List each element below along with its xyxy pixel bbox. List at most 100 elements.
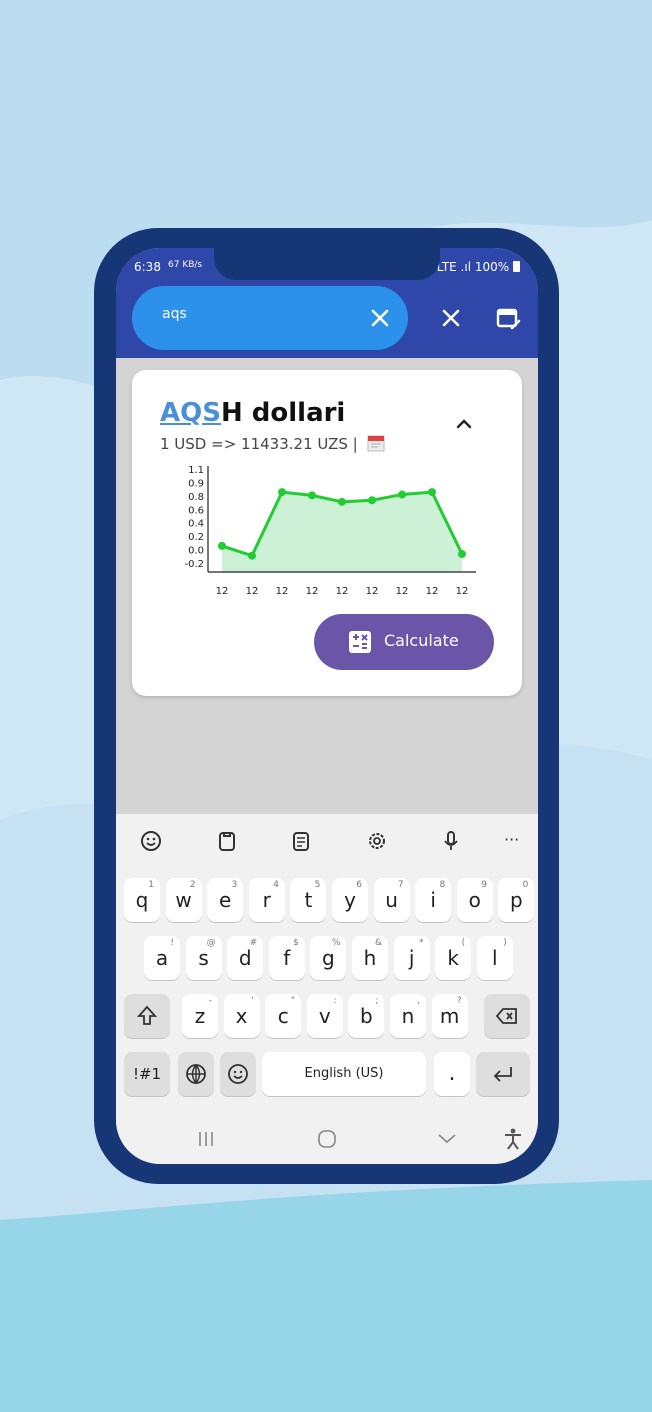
app-bar xyxy=(116,286,538,358)
chevron-up-icon[interactable] xyxy=(450,410,478,438)
signal-indicator: LTE .ıl xyxy=(436,260,472,274)
key-l[interactable]: ) l xyxy=(476,936,513,980)
key-c[interactable]: " c xyxy=(265,994,302,1038)
enter-key[interactable] xyxy=(476,1052,530,1096)
y-tick-label: 0.4 xyxy=(188,519,204,530)
calendar-edit-icon[interactable] xyxy=(492,302,524,334)
key-label: q xyxy=(135,888,149,912)
key-h[interactable]: & h xyxy=(352,936,388,980)
battery-level: 100% xyxy=(474,260,510,274)
more-options-icon[interactable]: ··· xyxy=(504,830,519,849)
data-point xyxy=(308,491,316,500)
key-a[interactable]: ! a xyxy=(144,936,180,980)
key-t[interactable]: 5t xyxy=(290,878,327,922)
calculator-icon xyxy=(349,631,371,653)
emoji-icon[interactable] xyxy=(136,826,166,856)
search-input[interactable] xyxy=(160,300,354,328)
key-hint: ; xyxy=(375,996,379,1006)
key-o[interactable]: 9o xyxy=(456,878,493,922)
key-hint: ? xyxy=(456,996,462,1006)
close-icon[interactable] xyxy=(435,302,467,334)
key-hint: 3 xyxy=(231,880,238,890)
key-hint: @ xyxy=(206,938,216,948)
key-s[interactable]: @ s xyxy=(185,936,222,980)
calculate-button[interactable]: Calculate xyxy=(314,614,494,670)
period-key[interactable]: . xyxy=(434,1052,470,1096)
settings-icon[interactable] xyxy=(362,826,392,856)
key-label: o xyxy=(468,888,481,912)
key-hint: , xyxy=(417,996,420,1006)
key-g[interactable]: % g xyxy=(310,936,347,980)
key-f[interactable]: $ f xyxy=(268,936,305,980)
clipboard-icon[interactable] xyxy=(212,826,242,856)
key-hint: : xyxy=(333,996,337,1006)
shift-key[interactable] xyxy=(124,994,170,1038)
y-tick-label: 0.2 xyxy=(188,532,204,543)
data-point xyxy=(278,488,286,497)
key-hint: 8 xyxy=(439,880,446,890)
key-label: h xyxy=(363,946,377,970)
status-bar: 6:38 67 KB/s LTE .ıl 100% xyxy=(116,248,538,286)
key-v[interactable]: :v xyxy=(306,994,343,1038)
key-hint: 6 xyxy=(356,880,362,890)
calculate-label: Calculate xyxy=(384,631,459,650)
back-chevron-icon[interactable] xyxy=(436,1129,458,1149)
microphone-icon[interactable] xyxy=(436,826,466,856)
text-editor-icon[interactable] xyxy=(286,826,316,856)
space-key[interactable]: English (US) xyxy=(262,1052,426,1096)
key-m[interactable]: ? m xyxy=(431,994,468,1038)
y-tick-label: 0.0 xyxy=(188,546,204,557)
key-label: d xyxy=(238,946,252,970)
key-x[interactable]: ' x xyxy=(223,994,260,1038)
key-label: i xyxy=(430,888,436,912)
key-b[interactable]: ; b xyxy=(348,994,385,1038)
key-hint: 9 xyxy=(481,880,487,890)
accessibility-icon[interactable] xyxy=(502,1127,524,1151)
key-j[interactable]: * j xyxy=(393,936,430,980)
backspace-key[interactable] xyxy=(484,994,530,1038)
key-label: a xyxy=(155,946,169,970)
emoji-key[interactable] xyxy=(220,1052,256,1096)
key-k[interactable]: (k xyxy=(435,936,472,980)
key-label: z xyxy=(194,1004,206,1028)
x-tick-label: 12 xyxy=(336,586,349,597)
key-label: s xyxy=(198,946,209,970)
key-hint: $ xyxy=(293,938,299,948)
status-time: 6:38 xyxy=(134,260,161,274)
recent-apps-icon[interactable] xyxy=(196,1129,216,1149)
key-label: r xyxy=(262,888,271,912)
y-tick-label: -0.2 xyxy=(184,559,204,570)
key-d[interactable]: # d xyxy=(227,936,264,980)
key-q[interactable]: 1q xyxy=(124,878,160,922)
key-hint: 7 xyxy=(397,880,404,890)
key-n[interactable]: ,n xyxy=(390,994,426,1038)
key-hint: * xyxy=(419,938,424,948)
keyboard: ··· 1q2w3e4r5t6y7u8i9o0p ! a @ s # d $ f% g & h * j(… xyxy=(116,814,538,1164)
home-icon[interactable] xyxy=(316,1129,338,1149)
key-p[interactable]: 0p xyxy=(498,878,535,922)
x-tick-label: 12 xyxy=(426,586,439,597)
key-r[interactable]: 4r xyxy=(248,878,285,922)
status-net-speed: 67 KB/s xyxy=(168,260,203,270)
key-i[interactable]: 8i xyxy=(415,878,452,922)
key-label: w xyxy=(175,888,192,912)
key-hint: ! xyxy=(170,938,174,948)
key-label: e xyxy=(219,888,232,912)
key-label: v xyxy=(318,1004,331,1028)
symbols-key[interactable]: !#1 xyxy=(124,1052,170,1096)
language-key[interactable] xyxy=(178,1052,214,1096)
rate-text: 1 USD => 11433.21 UZS | xyxy=(160,435,358,453)
x-tick-label: 12 xyxy=(396,586,409,597)
key-e[interactable]: 3e xyxy=(207,878,244,922)
globe-icon xyxy=(186,1064,206,1085)
keyboard-toolbar: ··· xyxy=(116,814,538,868)
key-u[interactable]: 7u xyxy=(373,878,410,922)
key-label: y xyxy=(344,888,356,912)
clear-search-icon[interactable] xyxy=(364,302,396,334)
key-z[interactable]: -z xyxy=(182,994,218,1038)
key-w[interactable]: 2w xyxy=(165,878,202,922)
key-y[interactable]: 6y xyxy=(332,878,368,922)
enter-icon xyxy=(493,1067,512,1082)
key-hint: 4 xyxy=(273,880,279,890)
title-match-highlight: AQS xyxy=(160,398,221,428)
